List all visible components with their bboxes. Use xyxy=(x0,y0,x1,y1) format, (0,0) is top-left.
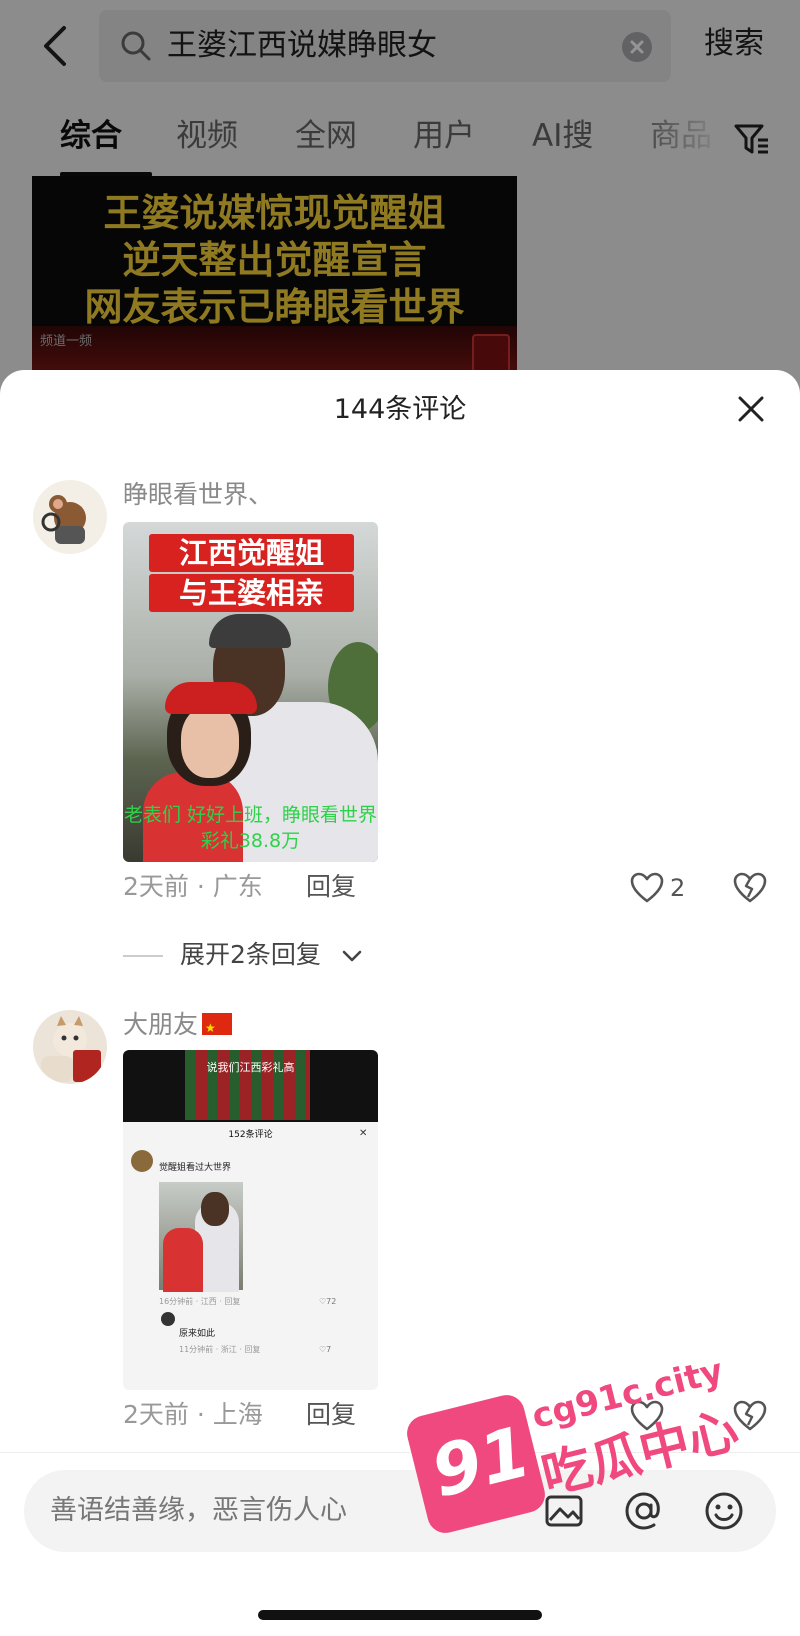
reply-button[interactable]: 回复 xyxy=(306,1398,356,1432)
comment-meta: 2天前 · 上海 xyxy=(123,1400,263,1429)
avatar[interactable] xyxy=(33,1010,107,1084)
avatar[interactable] xyxy=(33,480,107,554)
image-top-text: 说我们江西彩礼高 xyxy=(206,1061,295,1074)
comment-image[interactable]: 说我们江西彩礼高 152条评论 ✕ 觉醒姐看过大世界 16分钟前 · 江西 · … xyxy=(123,1050,378,1390)
heart-icon[interactable] xyxy=(630,872,664,904)
china-flag-icon xyxy=(202,1011,233,1045)
image-headline: 江西觉醒姐 与王婆相亲 xyxy=(149,532,354,614)
image-inner-comment: 觉醒姐看过大世界 xyxy=(159,1163,232,1173)
broken-heart-icon[interactable] xyxy=(733,872,767,904)
username[interactable]: 大朋友 xyxy=(123,1008,233,1045)
chevron-down-icon[interactable] xyxy=(340,944,364,968)
comment-image[interactable]: 江西觉醒姐 与王婆相亲 老表们 好好上班，睁眼看世界彩礼38.8万 xyxy=(123,522,378,862)
comment-input-placeholder: 善语结善缘，恶言伤人心 xyxy=(50,1495,347,1526)
watermark-logo: 91 cg91c.city 吃瓜中心 xyxy=(400,1324,760,1564)
comment-meta: 2天前 · 广东 xyxy=(123,872,263,901)
expand-replies-button[interactable]: 展开2条回复 xyxy=(180,938,321,972)
image-inner-photo xyxy=(159,1182,243,1292)
like-count: 2 xyxy=(670,874,686,902)
username[interactable]: 睁眼看世界、 xyxy=(123,478,273,512)
dim-overlay[interactable] xyxy=(0,0,800,380)
image-caption: 老表们 好好上班，睁眼看世界彩礼38.8万 xyxy=(123,804,378,852)
home-indicator xyxy=(258,1610,542,1620)
close-icon: ✕ xyxy=(359,1128,368,1139)
comment-count-title: 144条评论 xyxy=(333,394,467,425)
close-icon[interactable] xyxy=(734,392,768,426)
divider xyxy=(123,955,163,957)
avatar xyxy=(131,1150,153,1172)
image-inner-title: 152条评论 xyxy=(228,1130,273,1140)
reply-button[interactable]: 回复 xyxy=(306,870,356,904)
